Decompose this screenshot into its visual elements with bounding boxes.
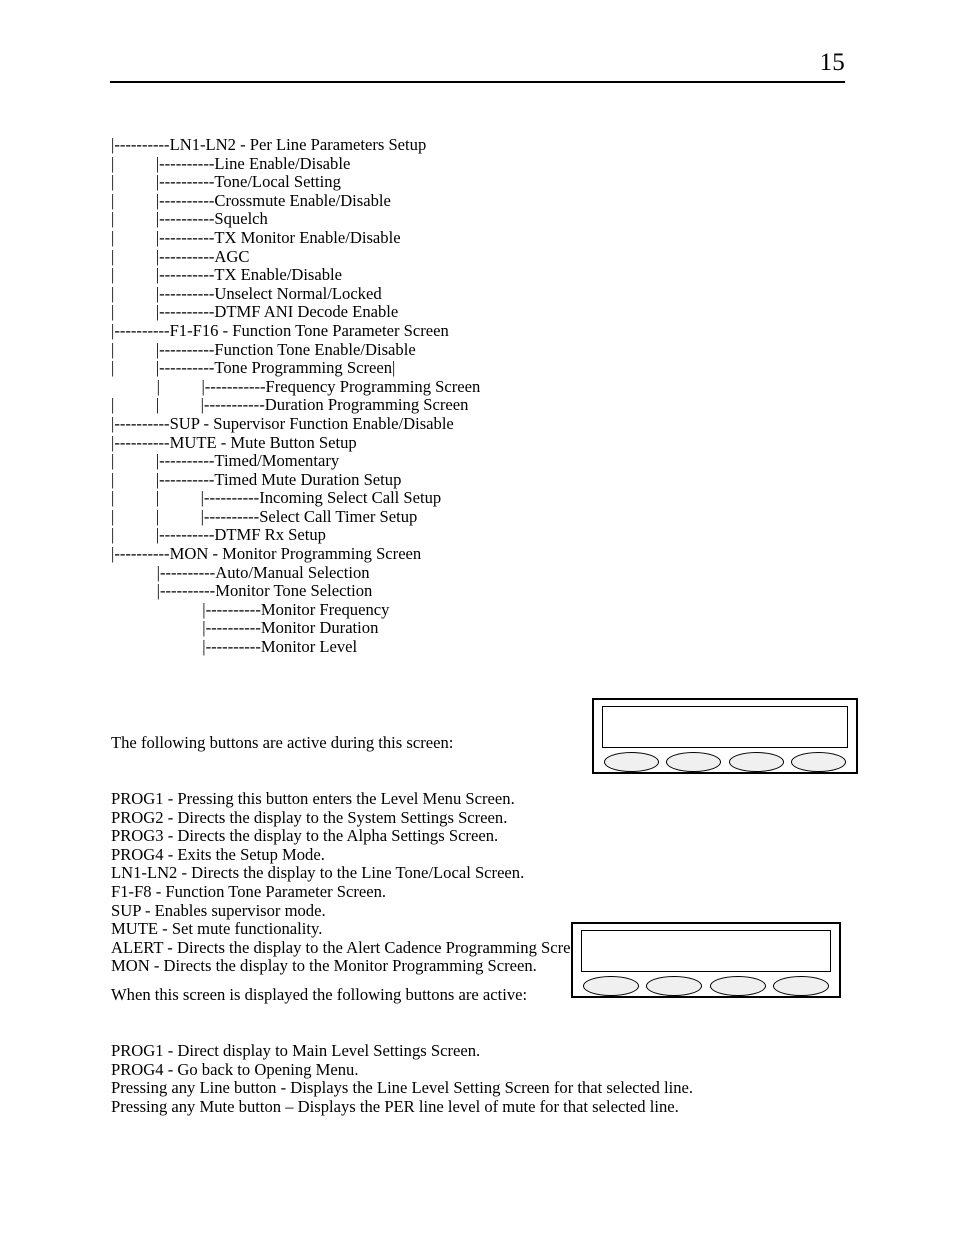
menu-tree-line: |----------Monitor Duration [111,618,379,638]
document-page: 15 |----------LN1-LN2 - Per Line Paramet… [0,0,954,1235]
console-soft-button[interactable] [646,975,703,996]
menu-tree-line: | |----------DTMF Rx Setup [111,525,326,545]
menu-tree-line: |----------SUP - Supervisor Function Ena… [111,413,454,433]
menu-tree-line: | |----------Timed/Momentary [111,451,340,471]
setup-screen-line: PROG4 - Exits the Setup Mode. [111,844,325,864]
setup-screen-line: PROG2 - Directs the display to the Syste… [111,807,508,827]
level-screen-line: PROG4 - Go back to Opening Menu. [111,1059,359,1079]
menu-tree-line: | |----------Tone/Local Setting [111,172,341,192]
menu-tree-line: | | |----------Incoming Select Call Setu… [111,488,442,508]
level-console-display [581,930,831,972]
console-soft-button[interactable] [666,751,722,772]
level-screen-lines: PROG1 - Direct display to Main Level Set… [111,1040,711,1116]
setup-console-display [602,706,848,748]
menu-tree-line: | | |----------Select Call Timer Setup [111,506,418,526]
console-soft-button[interactable] [772,975,829,996]
menu-tree-line: | |----------Tone Programming Screen| [111,358,396,378]
menu-tree-line: | |----------AGC [111,246,250,266]
menu-tree-line: |----------F1-F16 - Function Tone Parame… [111,320,449,340]
menu-tree-line: | |----------Unselect Normal/Locked [111,283,382,303]
menu-tree-line: | |----------Function Tone Enable/Disabl… [111,339,416,359]
menu-tree-line: |----------Monitor Tone Selection [111,581,373,601]
setup-console-button-row [604,751,846,772]
setup-screen-line: PROG3 - Directs the display to the Alpha… [111,826,499,846]
menu-tree-line: | |----------TX Enable/Disable [111,265,343,285]
menu-tree-line: | |----------Line Enable/Disable [111,153,351,173]
console-soft-button[interactable] [709,975,766,996]
menu-tree-line: | |----------DTMF ANI Decode Enable [111,302,399,322]
setup-screen-line: F1-F8 - Function Tone Parameter Screen. [111,881,387,901]
menu-tree-line: | |----------TX Monitor Enable/Disable [111,227,401,247]
level-screen-line: Pressing any Mute button – Displays the … [111,1096,679,1116]
console-soft-button[interactable] [583,975,639,996]
menu-tree-line: | |----------Squelch [111,209,268,229]
page-number: 15 [819,49,845,76]
level-console-button-row [583,975,829,996]
setup-screen-intro: The following buttons are active during … [111,733,454,753]
level-screen-line: PROG1 - Direct display to Main Level Set… [111,1040,481,1060]
console-soft-button[interactable] [790,751,846,772]
setup-screen-line: LN1-LN2 - Directs the display to the Lin… [111,863,525,883]
setup-screen-line: MUTE - Set mute functionality. [111,919,323,939]
header-divider [110,81,845,83]
menu-tree-line: |----------MUTE - Mute Button Setup [111,432,357,452]
menu-tree-line: |----------MON - Monitor Programming Scr… [111,544,422,564]
menu-tree-line: | |-----------Frequency Programming Scre… [111,376,481,396]
console-soft-button[interactable] [728,751,784,772]
menu-tree-line: |----------Auto/Manual Selection [111,562,370,582]
menu-tree-line: | |----------Crossmute Enable/Disable [111,190,391,210]
level-screen-line: Pressing any Line button - Displays the … [111,1078,694,1098]
page-header: 15 [110,48,845,86]
level-console-diagram [571,922,841,998]
setup-console-diagram [592,698,858,774]
setup-screen-line: PROG1 - Pressing this button enters the … [111,788,515,808]
menu-tree-line: | | |-----------Duration Programming Scr… [111,395,469,415]
setup-screen-line: SUP - Enables supervisor mode. [111,900,326,920]
menu-tree-line: |----------Monitor Level [111,637,358,657]
menu-tree-line: | |----------Timed Mute Duration Setup [111,469,402,489]
menu-tree-line: |----------Monitor Frequency [111,599,390,619]
menu-tree: |----------LN1-LN2 - Per Line Parameters… [111,135,751,657]
console-soft-button[interactable] [604,751,659,772]
menu-tree-line: |----------LN1-LN2 - Per Line Parameters… [111,135,427,154]
